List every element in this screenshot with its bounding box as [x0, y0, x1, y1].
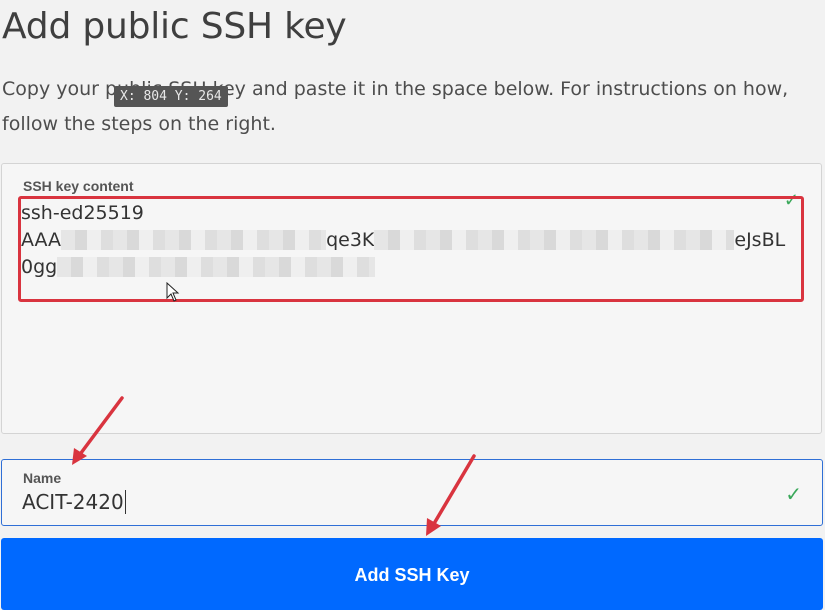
mouse-cursor-icon: [166, 282, 180, 302]
ssh-key-content-label: SSH key content: [23, 178, 134, 194]
add-ssh-key-page: Add public SSH key Copy your public SSH …: [0, 0, 825, 610]
name-input[interactable]: ACIT-2420: [22, 490, 126, 514]
name-field[interactable]: Name ACIT-2420 ✓: [1, 459, 823, 526]
page-title: Add public SSH key: [2, 6, 347, 47]
coordinate-tooltip: X: 804 Y: 264: [114, 86, 228, 107]
page-description: Copy your public SSH key and paste it in…: [2, 78, 789, 135]
add-ssh-key-button[interactable]: Add SSH Key: [1, 538, 823, 610]
name-label: Name: [23, 470, 62, 486]
annotation-highlight-box: [18, 196, 804, 302]
check-icon: ✓: [785, 484, 802, 506]
